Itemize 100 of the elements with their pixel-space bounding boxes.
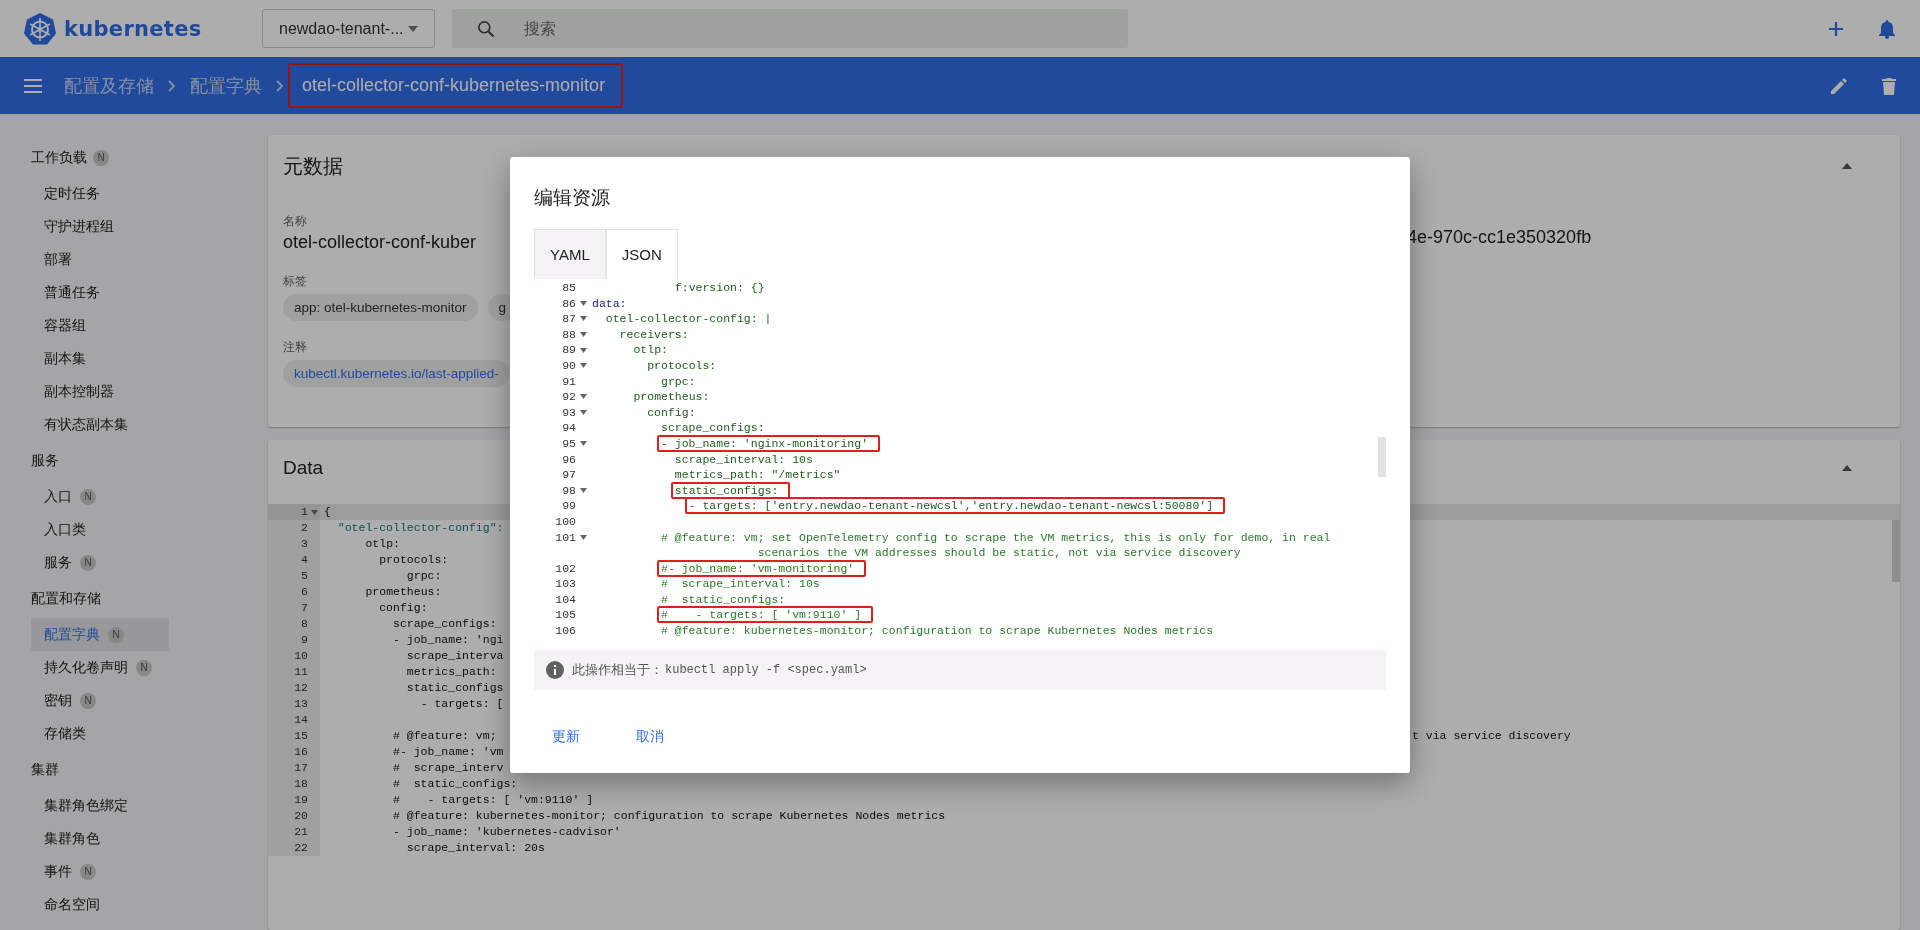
sidebar-item[interactable]: 部署 — [31, 243, 169, 276]
sidebar-item[interactable]: 入口类 — [31, 513, 169, 546]
code-text: - job_name: 'ngi — [393, 633, 504, 646]
namespaced-badge: N — [80, 488, 96, 505]
line-number: 106 — [555, 623, 576, 639]
trash-icon[interactable] — [1882, 76, 1896, 95]
line-number: 10 — [294, 648, 308, 664]
namespaced-badge: N — [93, 149, 109, 166]
command-text: kubectl apply -f <spec.yaml> — [665, 663, 867, 677]
fold-arrow-icon[interactable] — [310, 509, 318, 515]
line-number: 22 — [294, 840, 308, 856]
fold-arrow-icon[interactable] — [579, 332, 587, 338]
sidebar-item[interactable]: 密钥 N — [31, 684, 169, 717]
code-text: # @feature: vm; set OpenTelemetry config to scrape the VM metrics, this is only for demo, in real scenarios the VM addresses should be static, not via service discovery — [661, 530, 1332, 560]
code-text: config: — [647, 405, 696, 419]
code-text: metrics_path: — [406, 665, 497, 678]
pencil-icon[interactable] — [1830, 76, 1848, 95]
line-number: 7 — [301, 600, 308, 616]
line-number: 3 — [301, 536, 308, 552]
card-title: 元数据 — [283, 153, 343, 179]
plus-icon[interactable] — [1828, 20, 1844, 37]
line-number: 91 — [562, 373, 576, 390]
code-text: f:version: {} — [674, 281, 765, 294]
sidebar-item[interactable]: 副本控制器 — [31, 375, 169, 408]
code-text: otel-collector-config: | — [605, 312, 772, 326]
code-text: protocols: — [379, 553, 449, 566]
namespaced-badge: N — [108, 626, 124, 643]
sidebar-item[interactable]: 事件 N — [31, 855, 169, 888]
sidebar-item[interactable]: 副本集 — [31, 342, 169, 375]
fold-arrow-icon[interactable] — [579, 534, 587, 540]
resource-name: otel-collector-conf-kuber — [283, 232, 477, 253]
sidebar-item[interactable]: 持久化卷声明 N — [31, 651, 169, 684]
fold-arrow-icon[interactable] — [579, 410, 587, 416]
breadcrumb-link[interactable]: otel-collector-conf-kubernetes-monitor — [288, 63, 624, 108]
code-text: - job_name: 'kubernetes-cadvisor' — [393, 825, 621, 838]
sidebar-item[interactable]: 命名空间 — [31, 888, 169, 921]
fold-arrow-icon[interactable] — [579, 441, 587, 447]
sidebar-item[interactable]: 服务 N — [31, 546, 169, 579]
line-number: 97 — [562, 467, 576, 483]
field-label: 注释 — [283, 339, 307, 356]
sidebar-item[interactable]: 集群角色 — [31, 822, 169, 855]
sidebar-section[interactable]: 配置和存储 — [31, 589, 101, 608]
code-text: # @feature: vm; — [393, 729, 497, 742]
fold-arrow-icon[interactable] — [579, 347, 587, 353]
code-text: #- job_name: 'vm — [393, 745, 504, 758]
code-text: # static_configs: — [661, 592, 786, 606]
format-tab[interactable]: YAML — [534, 229, 606, 279]
code-text: # scrape_interv — [393, 761, 504, 774]
code-text: scrape_interval: 20s — [406, 841, 545, 854]
line-number: 20 — [294, 808, 308, 824]
sidebar-item[interactable]: 普通任务 — [31, 276, 169, 309]
dialog-button[interactable]: 更新 — [534, 720, 598, 754]
label-chip: app: otel-kubernetes-monitor — [283, 294, 478, 321]
fold-arrow-icon[interactable] — [579, 300, 587, 306]
sidebar-item[interactable]: 有状态副本集 — [31, 408, 169, 441]
namespace-select[interactable]: newdao-tenant-... — [262, 9, 435, 48]
logo-text: kubernetes — [64, 16, 202, 41]
search-icon — [476, 19, 496, 39]
collapse-caret-icon[interactable] — [1842, 163, 1852, 169]
bell-icon[interactable] — [1878, 18, 1896, 39]
sidebar-item[interactable]: 入口 N — [31, 480, 169, 513]
sidebar-section[interactable]: 服务 — [31, 451, 59, 470]
sidebar-item[interactable]: 定时任务 — [31, 177, 169, 210]
line-number: 17 — [294, 760, 308, 776]
line-number: 90 — [562, 357, 576, 374]
sidebar-item[interactable]: 守护进程组 — [31, 210, 169, 243]
line-number: 13 — [294, 696, 308, 712]
fold-arrow-icon[interactable] — [579, 316, 587, 322]
line-number: 4 — [301, 552, 308, 568]
code-text: scrape_interva — [406, 649, 504, 662]
line-number: 105 — [555, 607, 576, 624]
line-number: 102 — [555, 560, 576, 577]
sidebar-item[interactable]: 集群角色绑定 — [31, 789, 169, 822]
fold-arrow-icon[interactable] — [579, 394, 587, 400]
sidebar-section[interactable]: 集群 — [31, 760, 59, 779]
scrollbar-thumb[interactable] — [1378, 437, 1386, 477]
fold-arrow-icon[interactable] — [579, 488, 587, 493]
line-number: 101 — [555, 529, 576, 546]
line-number: 95 — [562, 435, 576, 452]
menu-icon[interactable] — [24, 78, 42, 93]
search-field[interactable]: 搜索 — [452, 9, 1128, 48]
namespaced-badge: N — [80, 554, 96, 571]
collapse-caret-icon[interactable] — [1842, 465, 1852, 471]
field-label: 名称 — [283, 213, 307, 230]
sidebar-item[interactable]: 容器组 — [31, 309, 169, 342]
code-text: otlp: — [365, 537, 400, 550]
scrollbar-thumb[interactable] — [1892, 520, 1900, 582]
sidebar-item[interactable]: 存储类 — [31, 717, 169, 750]
helm-wheel-logo-icon — [22, 10, 58, 47]
sidebar-section[interactable]: 工作负载 — [31, 148, 87, 167]
line-number: 99 — [562, 498, 576, 514]
line-number: 11 — [294, 664, 308, 680]
format-tab[interactable]: JSON — [605, 229, 678, 279]
uid-value: 4e-970c-cc1e350320fb — [1407, 227, 1592, 247]
dialog-button[interactable]: 取消 — [618, 720, 682, 754]
line-number: 1 — [301, 504, 308, 520]
code-text: grpc: — [406, 569, 442, 582]
fold-arrow-icon[interactable] — [579, 363, 587, 369]
line-number: 96 — [562, 451, 576, 468]
dialog-title: 编辑资源 — [534, 186, 611, 210]
